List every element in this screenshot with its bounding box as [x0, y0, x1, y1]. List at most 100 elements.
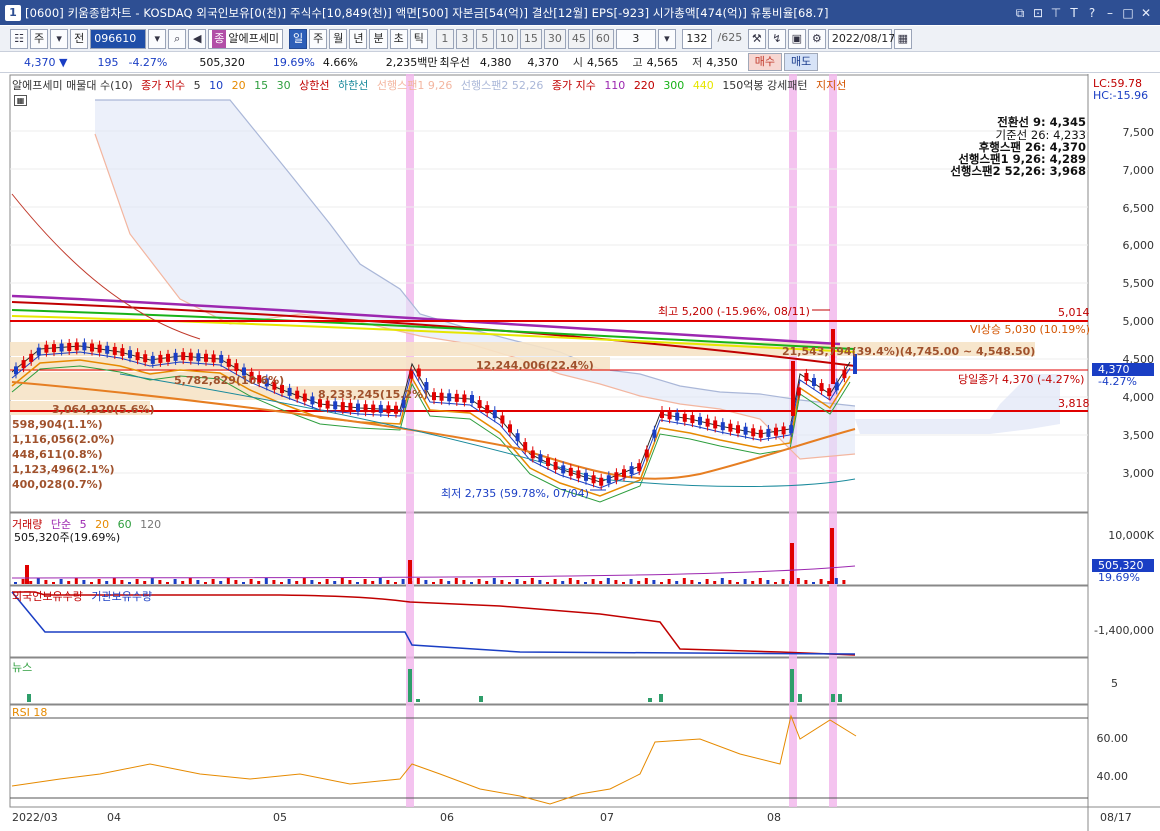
- volume-bar: [74, 578, 78, 584]
- page-count-input[interactable]: 132: [681, 28, 712, 49]
- interval-button[interactable]: 45: [567, 28, 590, 49]
- news-bar: [831, 694, 835, 702]
- sell-button[interactable]: 매도: [784, 53, 819, 71]
- volume-bar: [29, 581, 33, 584]
- volume-bar: [561, 581, 565, 584]
- candle-body: [682, 413, 687, 422]
- candle-body: [675, 412, 680, 421]
- volume-bar: [105, 581, 109, 584]
- news-bar: [27, 694, 31, 702]
- candle-body: [462, 394, 467, 403]
- font-icon[interactable]: T: [1066, 5, 1082, 21]
- volume-bar: [295, 581, 299, 584]
- candle-body: [561, 465, 566, 474]
- interval-button[interactable]: 60: [591, 28, 614, 49]
- period-tab[interactable]: 년: [349, 28, 368, 49]
- interval-button[interactable]: 1: [435, 28, 454, 49]
- profile-list-2: 1,116,056(2.0%): [12, 433, 115, 446]
- chevron-down-icon[interactable]: ▾: [50, 28, 69, 49]
- volume-bar: [318, 582, 321, 584]
- quote-line: 4,370 ▼ 195 -4.27% 505,320 19.69% 4.66% …: [0, 52, 1160, 73]
- candle-body: [416, 368, 421, 377]
- help-icon[interactable]: ?: [1084, 5, 1100, 21]
- legend-ma-15: 15: [254, 79, 269, 92]
- volume-bar: [439, 579, 443, 584]
- stock-code-input[interactable]: 096610: [90, 28, 147, 49]
- link-icon[interactable]: ⧉: [1012, 5, 1028, 21]
- interval-button[interactable]: 15: [519, 28, 542, 49]
- legend-ma-5: 5: [193, 79, 201, 92]
- news-bar: [408, 669, 412, 702]
- y-tick-6000: 6,000: [1122, 239, 1155, 252]
- period-tab[interactable]: 분: [369, 28, 388, 49]
- candle-body: [667, 411, 672, 420]
- volume-bar: [842, 580, 846, 584]
- period-tab[interactable]: 틱: [409, 28, 428, 49]
- candle-body: [74, 342, 79, 351]
- draw-icon[interactable]: ↯: [767, 28, 786, 49]
- date-input[interactable]: 2022/08/17: [827, 28, 895, 49]
- y-tick-3500: 3,500: [1122, 429, 1155, 442]
- candle-body: [546, 458, 550, 466]
- tool-icon[interactable]: ⚒: [747, 28, 766, 49]
- inst-holding-label: 기관보유수량: [91, 590, 153, 603]
- minimize-icon[interactable]: –: [1102, 5, 1118, 21]
- grid-menu-icon[interactable]: ☷: [10, 28, 28, 49]
- table-icon[interactable]: ▦: [14, 95, 27, 106]
- chart-area[interactable]: 알에프세미 매물대 수(10) 종가 지수 5 10 20 15 30 상한선 …: [0, 74, 1160, 831]
- buy-button[interactable]: 매수: [747, 53, 783, 71]
- code-dropdown-icon[interactable]: ▾: [148, 28, 167, 49]
- candle-body: [204, 353, 208, 362]
- stock-name-field[interactable]: 종 알에프세미: [208, 28, 283, 49]
- save-icon[interactable]: ▣: [787, 28, 806, 49]
- interval-dropdown-icon[interactable]: ▾: [657, 28, 676, 49]
- rsi-y-tick-40: 40.00: [1096, 770, 1129, 783]
- settings-icon[interactable]: ⚙: [807, 28, 826, 49]
- candle-body: [143, 354, 148, 363]
- volume-bar: [158, 580, 162, 584]
- rsi-label: RSI 18: [12, 706, 48, 719]
- candle-body: [644, 449, 649, 458]
- volume-bar: [470, 582, 473, 584]
- volume-bar: [264, 578, 268, 584]
- price-legend: 알에프세미 매물대 수(10) 종가 지수 5 10 20 15 30 상한선 …: [12, 77, 851, 93]
- interval-button[interactable]: 3: [455, 28, 474, 49]
- profile-big-label: 21,543,794(39.4%)(4,745.00 ~ 4,548.50): [782, 345, 1036, 358]
- candle-body: [508, 424, 512, 433]
- volume-bar: [36, 578, 40, 584]
- candle-body: [21, 360, 26, 369]
- volume-bar: [378, 578, 382, 584]
- restore-icon[interactable]: ⊡: [1030, 5, 1046, 21]
- volume-bar: [181, 581, 185, 584]
- volume-bar: [287, 579, 291, 584]
- pin-icon[interactable]: ⊤: [1048, 5, 1064, 21]
- x-label-04: 04: [107, 811, 121, 824]
- y-tick-7000: 7,000: [1122, 164, 1155, 177]
- profile-list-5: 400,028(0.7%): [12, 478, 103, 491]
- period-tab[interactable]: 월: [329, 28, 348, 49]
- news-bar: [416, 699, 420, 702]
- chart-canvas[interactable]: [0, 74, 1160, 831]
- period-tab[interactable]: 일: [288, 28, 308, 49]
- mode-select[interactable]: 주: [30, 28, 49, 49]
- legend-span1: 선행스팬1 9,26: [376, 79, 453, 92]
- maximize-icon[interactable]: □: [1120, 5, 1136, 21]
- candle-body: [834, 382, 839, 391]
- interval-button[interactable]: 10: [495, 28, 518, 49]
- interval-button[interactable]: 30: [543, 28, 566, 49]
- interval-button[interactable]: 5: [475, 28, 494, 49]
- close-icon[interactable]: ✕: [1138, 5, 1154, 21]
- speaker-icon[interactable]: ◀: [188, 28, 207, 49]
- interval-input[interactable]: 3: [615, 28, 656, 49]
- candle-body: [606, 475, 611, 484]
- legend-ma-title: 종가 지수: [141, 79, 186, 92]
- calendar-icon[interactable]: ▦: [893, 28, 912, 49]
- period-tab[interactable]: 초: [389, 28, 408, 49]
- candle-body: [219, 354, 224, 363]
- prev-button[interactable]: 전: [70, 28, 89, 49]
- interval-buttons: 1 3 5 10 15 30 45 60: [435, 28, 614, 49]
- volume-bar: [333, 581, 337, 584]
- period-tab[interactable]: 주: [309, 28, 328, 49]
- search-icon[interactable]: ⌕: [168, 28, 187, 49]
- volume-bar: [660, 582, 663, 584]
